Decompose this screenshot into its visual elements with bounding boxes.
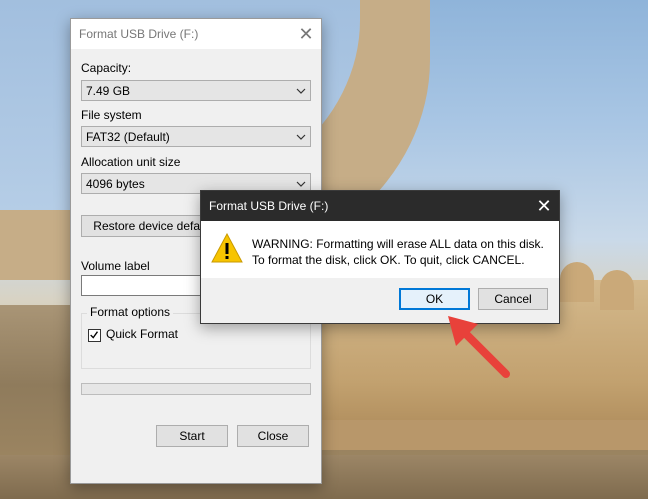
warning-dialog-title: Format USB Drive (F:) <box>209 199 329 213</box>
format-window-titlebar[interactable]: Format USB Drive (F:) ✕ <box>71 19 321 49</box>
chevron-down-icon <box>296 134 306 140</box>
volume-label-caption: Volume label <box>81 259 150 273</box>
format-options-caption: Format options <box>87 305 174 319</box>
close-button[interactable]: Close <box>237 425 309 447</box>
start-button[interactable]: Start <box>156 425 228 447</box>
chevron-down-icon <box>296 181 306 187</box>
warning-dialog-body: WARNING: Formatting will erase ALL data … <box>201 221 559 278</box>
quick-format-checkbox[interactable] <box>88 329 101 342</box>
capacity-select[interactable]: 7.49 GB <box>81 80 311 101</box>
allocation-value: 4096 bytes <box>86 176 145 191</box>
filesystem-value: FAT32 (Default) <box>86 129 170 144</box>
filesystem-label: File system <box>81 108 142 122</box>
background-tower <box>560 262 594 302</box>
allocation-label: Allocation unit size <box>81 155 181 169</box>
cancel-button[interactable]: Cancel <box>478 288 548 310</box>
red-arrow-icon <box>448 316 510 378</box>
background-wall <box>320 420 648 450</box>
format-window-title: Format USB Drive (F:) <box>79 27 199 41</box>
capacity-label: Capacity: <box>81 61 132 75</box>
warning-dialog-close-icon[interactable]: ✕ <box>529 191 559 221</box>
chevron-down-icon <box>296 88 306 94</box>
ok-button[interactable]: OK <box>399 288 470 310</box>
checkmark-icon <box>90 331 99 339</box>
warning-message-line1: WARNING: Formatting will erase ALL data … <box>252 237 544 251</box>
filesystem-select[interactable]: FAT32 (Default) <box>81 126 311 147</box>
warning-dialog: Format USB Drive (F:) ✕ WARNING: Formatt… <box>200 190 560 324</box>
format-progress-bar <box>81 383 311 395</box>
capacity-value: 7.49 GB <box>86 83 131 98</box>
format-window-close-icon[interactable]: ✕ <box>291 19 321 49</box>
quick-format-label: Quick Format <box>106 327 179 341</box>
warning-dialog-titlebar[interactable]: Format USB Drive (F:) ✕ <box>201 191 559 221</box>
warning-message-line2: To format the disk, click OK. To quit, c… <box>252 253 525 267</box>
background-tower <box>600 270 634 310</box>
warning-icon <box>211 233 243 263</box>
